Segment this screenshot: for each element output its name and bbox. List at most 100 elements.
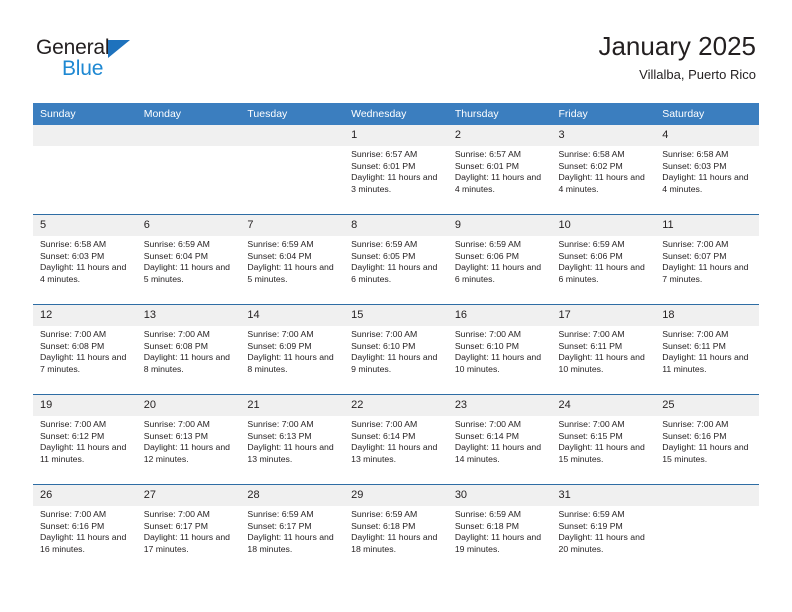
calendar-day-cell[interactable]: 23 Sunrise: 7:00 AM Sunset: 6:14 PM Dayligh… [447,394,552,485]
calendar-header-row: Sunday Monday Tuesday Wednesday Thursday… [33,103,759,125]
sunset-text: Sunset: 6:16 PM [662,430,727,441]
day-number: 9 [447,215,552,236]
daylight-text: Daylight: 11 hours and 13 minutes. [351,442,438,464]
day-number: 20 [136,395,241,416]
day-number: 31 [551,485,656,506]
day-number: 21 [240,395,345,416]
sunset-text: Sunset: 6:19 PM [558,520,623,531]
calendar-day-cell[interactable]: 22 Sunrise: 7:00 AM Sunset: 6:14 PM Dayligh… [344,394,448,485]
day-number: 29 [344,485,448,506]
calendar-day-cell[interactable]: 3 Sunrise: 6:58 AM Sunset: 6:02 PM Daylight… [551,125,656,215]
day-number: 5 [33,215,137,236]
sunrise-text: Sunrise: 7:00 AM [40,419,107,429]
day-sun-info: Sunrise: 6:57 AM Sunset: 6:01 PM Daylight:… [344,146,448,195]
calendar-day-cell[interactable]: 18 Sunrise: 7:00 AM Sunset: 6:11 PM Dayligh… [655,304,759,395]
calendar-day-cell[interactable]: 14 Sunrise: 7:00 AM Sunset: 6:09 PM Dayligh… [240,304,345,395]
calendar-day-cell[interactable]: 20 Sunrise: 7:00 AM Sunset: 6:13 PM Dayligh… [136,394,241,485]
page-subtitle: Villalba, Puerto Rico [639,67,756,82]
day-sun-info: Sunrise: 6:59 AM Sunset: 6:06 PM Daylight:… [448,236,552,285]
daylight-text: Daylight: 11 hours and 20 minutes. [558,532,645,554]
daylight-text: Daylight: 11 hours and 18 minutes. [247,532,334,554]
day-number: 7 [240,215,345,236]
weekday-header-sunday: Sunday [33,103,137,125]
daylight-text: Daylight: 11 hours and 14 minutes. [454,442,542,464]
calendar-day-cell[interactable]: 21 Sunrise: 7:00 AM Sunset: 6:13 PM Dayligh… [240,394,345,485]
calendar-day-cell[interactable]: 29 Sunrise: 6:59 AM Sunset: 6:18 PM Dayligh… [344,484,448,574]
sunset-text: Sunset: 6:11 PM [558,340,623,351]
daylight-text: Daylight: 11 hours and 6 minutes. [351,262,438,284]
calendar-day-cell[interactable]: 2 Sunrise: 6:57 AM Sunset: 6:01 PM Daylight… [447,125,552,215]
day-number [136,125,241,146]
calendar-week-row: 26 Sunrise: 7:00 AM Sunset: 6:16 PM Dayligh… [33,484,759,574]
calendar-day-cell[interactable]: 15 Sunrise: 7:00 AM Sunset: 6:10 PM Dayligh… [344,304,448,395]
calendar-day-cell[interactable]: 11 Sunrise: 7:00 AM Sunset: 6:07 PM Dayligh… [655,214,759,305]
sunrise-text: Sunrise: 6:59 AM [247,509,314,519]
calendar-day-cell[interactable]: 1 Sunrise: 6:57 AM Sunset: 6:01 PM Daylight… [344,125,448,215]
day-number: 1 [344,125,448,146]
daylight-text: Daylight: 11 hours and 8 minutes. [143,352,230,374]
sunset-text: Sunset: 6:10 PM [351,340,416,351]
daylight-text: Daylight: 11 hours and 18 minutes. [351,532,438,554]
calendar-day-cell[interactable]: 13 Sunrise: 7:00 AM Sunset: 6:08 PM Dayligh… [136,304,241,395]
calendar-day-cell[interactable]: 6 Sunrise: 6:59 AM Sunset: 6:04 PM Daylight… [136,214,241,305]
general-blue-logo[interactable]: General Blue [36,36,216,84]
page-header: General Blue January 2025 Villalba, Puer… [0,0,792,100]
weekday-header-wednesday: Wednesday [344,103,448,125]
daylight-text: Daylight: 11 hours and 11 minutes. [40,442,127,464]
day-number: 15 [344,305,448,326]
calendar-day-cell[interactable]: 7 Sunrise: 6:59 AM Sunset: 6:04 PM Daylight… [240,214,345,305]
sunrise-text: Sunrise: 7:00 AM [454,419,521,429]
daylight-text: Daylight: 11 hours and 7 minutes. [40,352,127,374]
sunrise-text: Sunrise: 6:57 AM [454,149,521,159]
sunset-text: Sunset: 6:03 PM [40,250,105,261]
day-number: 10 [551,215,656,236]
daylight-text: Daylight: 11 hours and 11 minutes. [662,352,749,374]
daylight-text: Daylight: 11 hours and 12 minutes. [143,442,230,464]
day-number: 25 [655,395,759,416]
calendar-day-cell[interactable]: 16 Sunrise: 7:00 AM Sunset: 6:10 PM Dayligh… [447,304,552,395]
sunset-text: Sunset: 6:01 PM [351,160,416,171]
calendar-day-cell[interactable]: 26 Sunrise: 7:00 AM Sunset: 6:16 PM Dayligh… [33,484,137,574]
weekday-header-saturday: Saturday [655,103,759,125]
sunset-text: Sunset: 6:06 PM [454,250,520,261]
sunset-text: Sunset: 6:17 PM [143,520,208,531]
sunset-text: Sunset: 6:18 PM [454,520,520,531]
calendar-day-cell[interactable]: 31 Sunrise: 6:59 AM Sunset: 6:19 PM Dayligh… [551,484,656,574]
daylight-text: Daylight: 11 hours and 15 minutes. [662,442,749,464]
sunrise-text: Sunrise: 6:57 AM [351,149,418,159]
calendar-day-cell[interactable]: 12 Sunrise: 7:00 AM Sunset: 6:08 PM Dayligh… [33,304,137,395]
calendar-day-cell-empty [136,125,241,215]
logo-text-blue: Blue [62,57,104,80]
sunset-text: Sunset: 6:09 PM [247,340,312,351]
calendar-day-cell[interactable]: 27 Sunrise: 7:00 AM Sunset: 6:17 PM Dayligh… [136,484,241,574]
sunset-text: Sunset: 6:08 PM [143,340,208,351]
daylight-text: Daylight: 11 hours and 10 minutes. [454,352,542,374]
daylight-text: Daylight: 11 hours and 8 minutes. [247,352,334,374]
calendar-day-cell[interactable]: 8 Sunrise: 6:59 AM Sunset: 6:05 PM Daylight… [344,214,448,305]
day-number: 11 [655,215,759,236]
calendar-day-cell[interactable]: 28 Sunrise: 6:59 AM Sunset: 6:17 PM Dayligh… [240,484,345,574]
daylight-text: Daylight: 11 hours and 9 minutes. [351,352,438,374]
weekday-header-monday: Monday [136,103,241,125]
sunrise-text: Sunrise: 6:59 AM [143,239,210,249]
calendar-day-cell[interactable]: 25 Sunrise: 7:00 AM Sunset: 6:16 PM Dayligh… [655,394,759,485]
weekday-header-tuesday: Tuesday [240,103,345,125]
day-number: 2 [447,125,552,146]
daylight-text: Daylight: 11 hours and 19 minutes. [454,532,542,554]
calendar-day-cell[interactable]: 10 Sunrise: 6:59 AM Sunset: 6:06 PM Dayligh… [551,214,656,305]
calendar-day-cell[interactable]: 19 Sunrise: 7:00 AM Sunset: 6:12 PM Dayligh… [33,394,137,485]
calendar-day-cell[interactable]: 4 Sunrise: 6:58 AM Sunset: 6:03 PM Daylight… [655,125,759,215]
day-sun-info: Sunrise: 6:59 AM Sunset: 6:06 PM Daylight:… [552,236,656,285]
sunrise-text: Sunrise: 6:58 AM [40,239,107,249]
calendar-day-cell[interactable]: 30 Sunrise: 6:59 AM Sunset: 6:18 PM Dayligh… [447,484,552,574]
calendar-day-cell[interactable]: 9 Sunrise: 6:59 AM Sunset: 6:06 PM Daylight… [447,214,552,305]
calendar-page: General Blue January 2025 Villalba, Puer… [0,0,792,612]
day-sun-info: Sunrise: 7:00 AM Sunset: 6:10 PM Daylight:… [344,326,448,375]
calendar-day-cell[interactable]: 5 Sunrise: 6:58 AM Sunset: 6:03 PM Daylight… [33,214,137,305]
calendar-day-cell[interactable]: 24 Sunrise: 7:00 AM Sunset: 6:15 PM Dayligh… [551,394,656,485]
day-number [240,125,345,146]
sunset-text: Sunset: 6:13 PM [143,430,208,441]
sunset-text: Sunset: 6:15 PM [558,430,623,441]
calendar-day-cell[interactable]: 17 Sunrise: 7:00 AM Sunset: 6:11 PM Dayligh… [551,304,656,395]
day-number: 6 [136,215,241,236]
